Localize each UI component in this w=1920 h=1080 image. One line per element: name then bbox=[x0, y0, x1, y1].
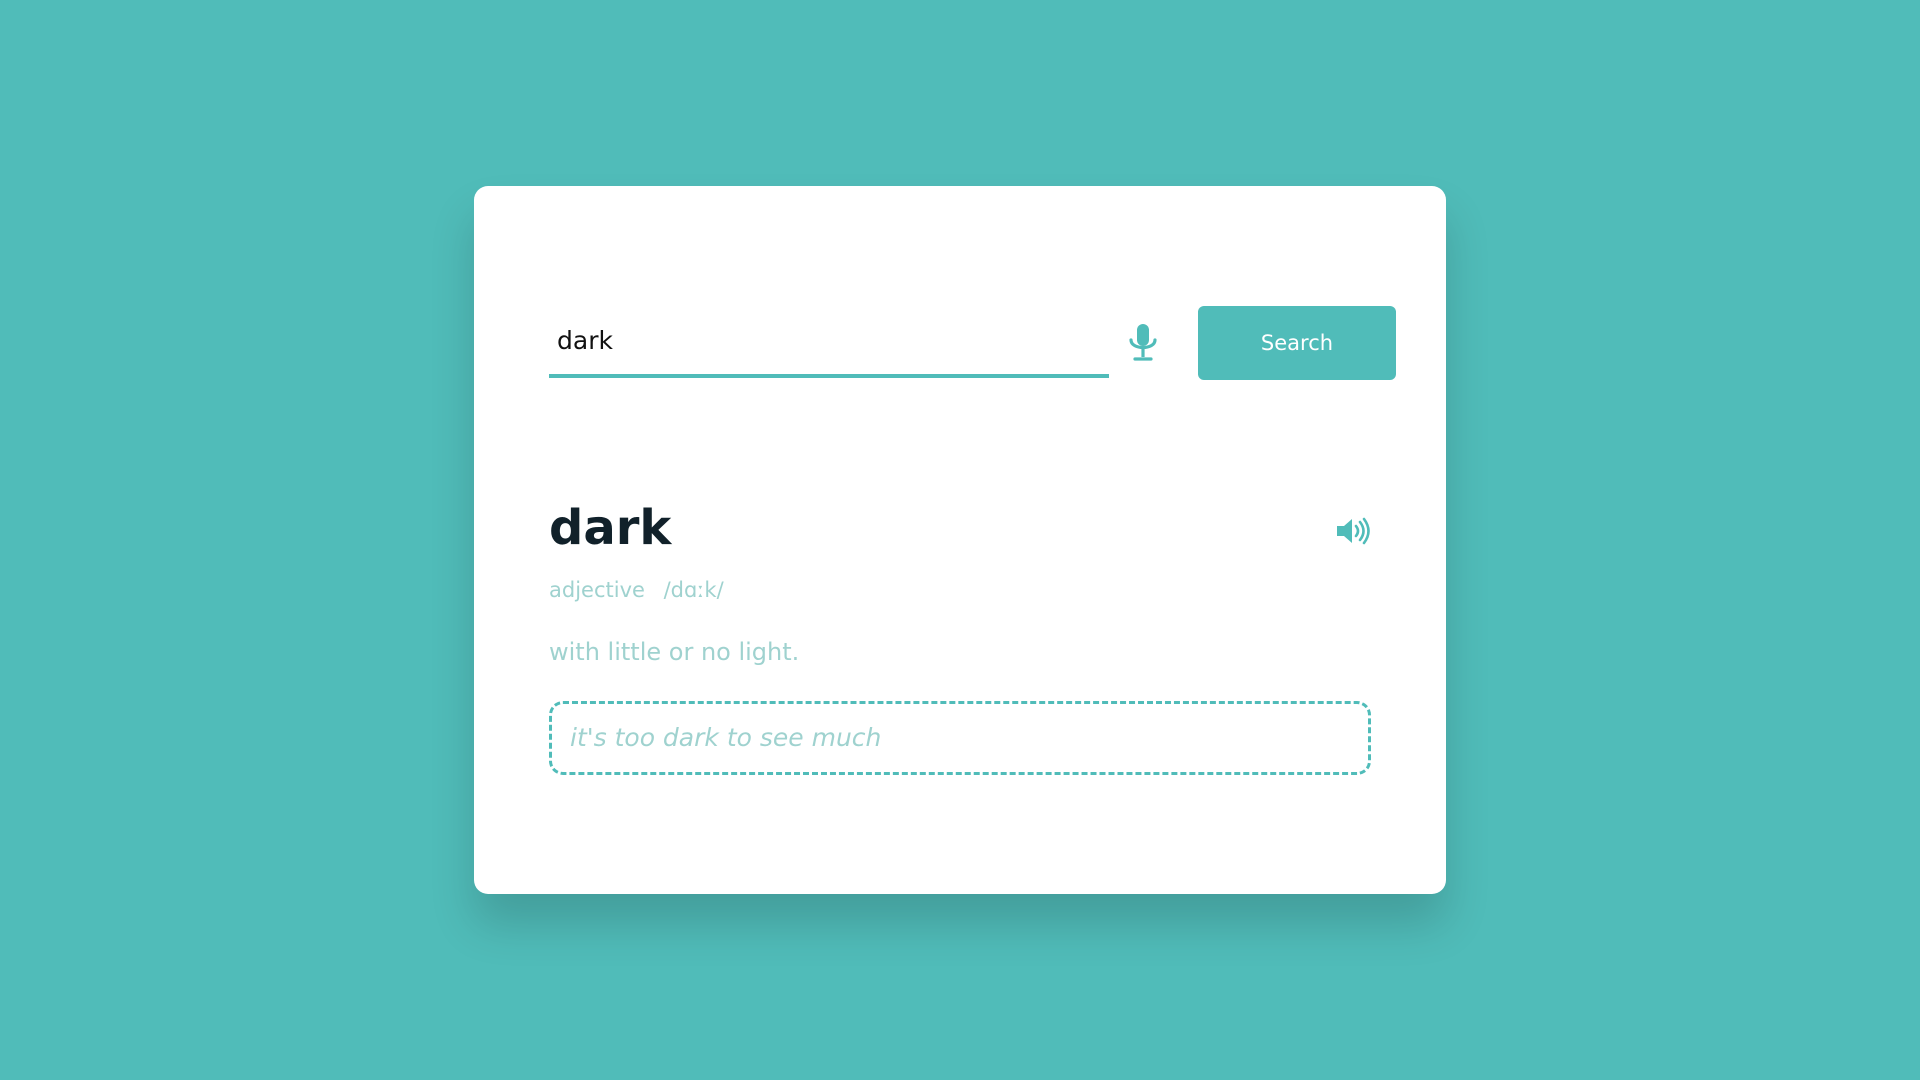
search-button[interactable]: Search bbox=[1198, 306, 1396, 380]
word-meta: adjective /dɑːk/ bbox=[549, 578, 724, 602]
word-title: dark bbox=[549, 500, 672, 556]
part-of-speech: adjective bbox=[549, 578, 645, 602]
example-sentence: it's too dark to see much bbox=[549, 701, 1371, 775]
speaker-volume-icon[interactable] bbox=[1336, 516, 1372, 546]
microphone-icon[interactable] bbox=[1125, 322, 1161, 364]
search-input[interactable] bbox=[549, 306, 1109, 378]
dictionary-card: Search dark adjective /dɑːk/ with little… bbox=[474, 186, 1446, 894]
definition: with little or no light. bbox=[549, 638, 800, 666]
phonetic: /dɑːk/ bbox=[663, 578, 724, 602]
search-bar: Search bbox=[549, 306, 1396, 380]
